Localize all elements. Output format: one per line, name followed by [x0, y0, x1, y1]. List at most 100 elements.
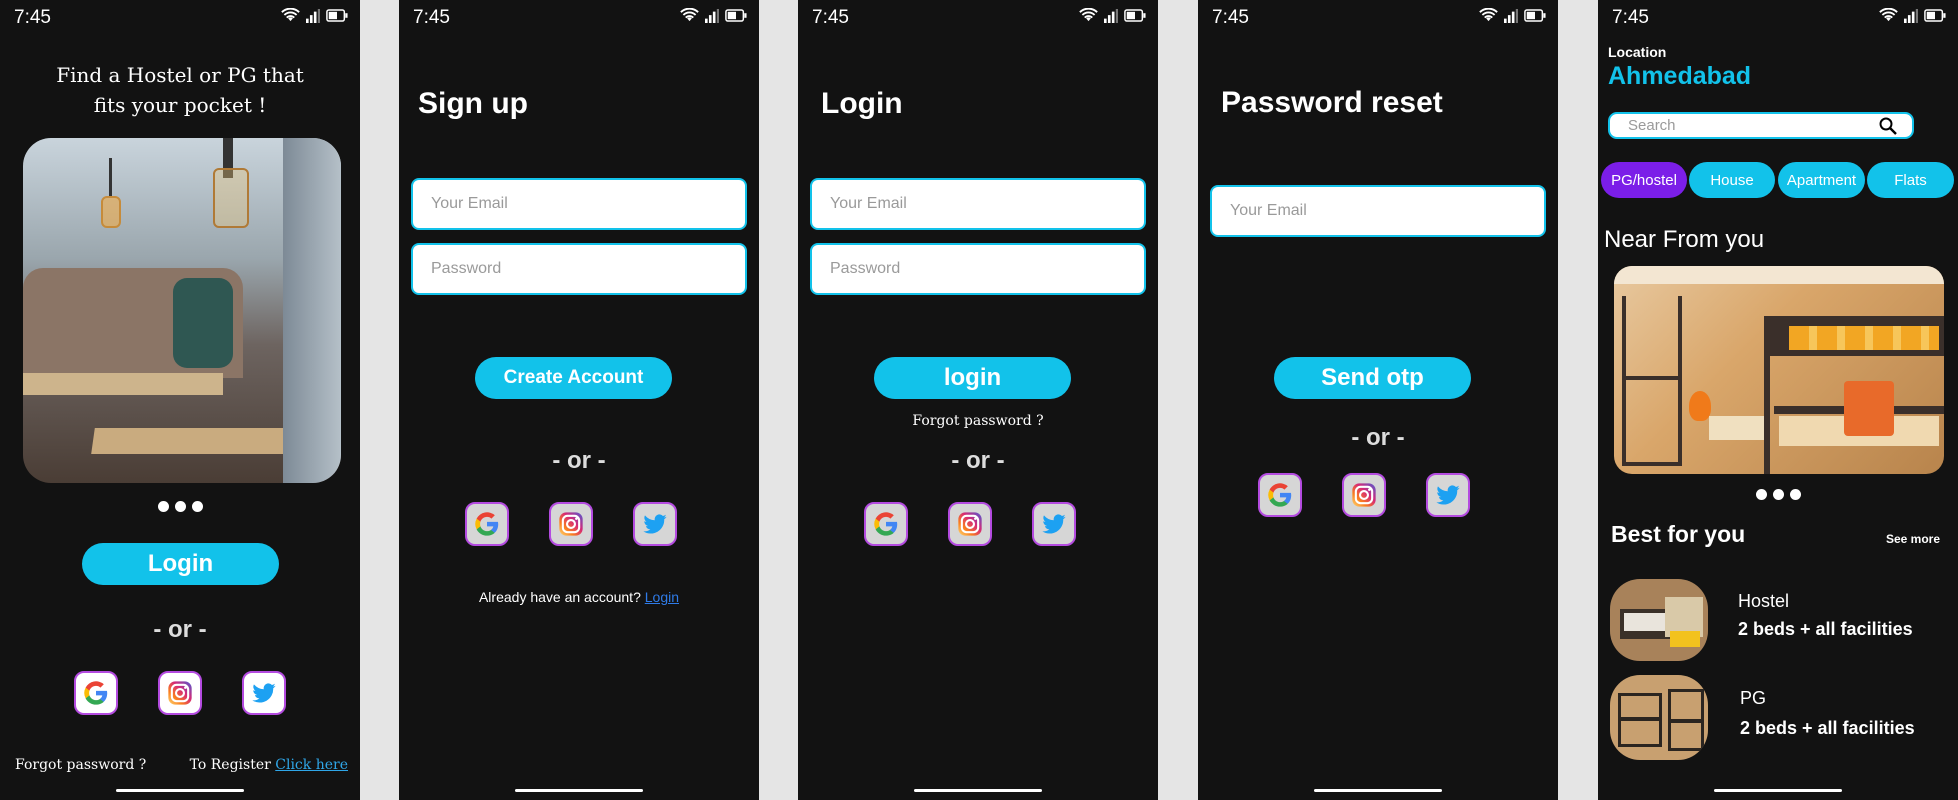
twitter-icon	[1434, 481, 1462, 509]
google-icon	[872, 510, 900, 538]
login-button[interactable]: login	[874, 357, 1071, 399]
chip-house[interactable]: House	[1689, 162, 1775, 198]
twitter-icon	[1040, 510, 1068, 538]
home-indicator	[1314, 789, 1442, 792]
send-otp-button[interactable]: Send otp	[1274, 357, 1471, 399]
google-icon	[1266, 481, 1294, 509]
twitter-button[interactable]	[1426, 473, 1470, 517]
chip-flats[interactable]: Flats	[1867, 162, 1954, 198]
near-image[interactable]	[1614, 266, 1944, 474]
signal-icon	[1904, 9, 1918, 23]
welcome-screen: 7:45 Find a Hostel or PG that fits your …	[0, 0, 360, 800]
search-bar[interactable]: Search	[1608, 112, 1914, 139]
google-button[interactable]	[74, 671, 118, 715]
carousel-dots[interactable]	[1598, 487, 1958, 505]
twitter-button[interactable]	[1032, 502, 1076, 546]
listing-subtitle: 2 beds + all facilities	[1738, 619, 1913, 639]
home-indicator	[914, 789, 1042, 792]
login-prompt: Already have an account? Login	[399, 589, 759, 605]
carousel-dots[interactable]	[0, 499, 360, 517]
login-screen: 7:45 Login Your Email Password login For…	[798, 0, 1158, 800]
or-divider: - or -	[153, 616, 207, 643]
forgot-password-link[interactable]: Forgot password ?	[15, 757, 146, 773]
twitter-button[interactable]	[633, 502, 677, 546]
instagram-icon	[166, 679, 194, 707]
location-label: Location	[1608, 44, 1667, 60]
home-indicator	[1714, 789, 1842, 792]
wifi-icon	[1479, 8, 1498, 23]
near-section-title: Near From you	[1604, 226, 1765, 253]
search-input[interactable]: Search	[1628, 117, 1676, 134]
wifi-icon	[281, 8, 300, 23]
status-time: 7:45	[413, 7, 450, 28]
register-link[interactable]: Click here	[275, 757, 348, 773]
battery-icon	[1124, 9, 1146, 22]
email-field[interactable]: Your Email	[810, 178, 1146, 230]
or-divider: - or -	[951, 447, 1005, 474]
signal-icon	[306, 9, 320, 23]
email-field[interactable]: Your Email	[411, 178, 747, 230]
home-indicator	[515, 789, 643, 792]
instagram-button[interactable]	[948, 502, 992, 546]
see-more-link[interactable]: See more	[1886, 532, 1940, 546]
twitter-button[interactable]	[242, 671, 286, 715]
login-link[interactable]: Login	[645, 589, 679, 605]
page-title: Password reset	[1221, 86, 1443, 119]
instagram-button[interactable]	[549, 502, 593, 546]
email-field[interactable]: Your Email	[1210, 185, 1546, 237]
battery-icon	[1524, 9, 1546, 22]
status-bar: 7:45	[0, 0, 360, 36]
password-field[interactable]: Password	[411, 243, 747, 295]
listing-title: Hostel	[1738, 591, 1790, 611]
battery-icon	[326, 9, 348, 22]
search-icon[interactable]	[1878, 116, 1898, 136]
google-icon	[82, 679, 110, 707]
wifi-icon	[1079, 8, 1098, 23]
status-time: 7:45	[1212, 7, 1249, 28]
tagline: Find a Hostel or PG that fits your pocke…	[56, 63, 304, 117]
wifi-icon	[1879, 8, 1898, 23]
forgot-password-link[interactable]: Forgot password ?	[798, 413, 1158, 429]
status-time: 7:45	[812, 7, 849, 28]
listing-title: PG	[1740, 688, 1767, 708]
password-field[interactable]: Password	[810, 243, 1146, 295]
create-account-button[interactable]: Create Account	[475, 357, 672, 399]
home-indicator	[116, 789, 244, 792]
twitter-icon	[250, 679, 278, 707]
google-button[interactable]	[864, 502, 908, 546]
listing-card[interactable]: Hostel 2 beds + all facilities	[1610, 579, 1950, 663]
status-bar: 7:45	[1598, 0, 1958, 36]
hero-image	[23, 138, 341, 483]
home-screen: 7:45 Location Ahmedabad Search PG/hostel…	[1598, 0, 1958, 800]
battery-icon	[725, 9, 747, 22]
register-prefix: To Register	[189, 757, 271, 773]
instagram-button[interactable]	[1342, 473, 1386, 517]
location-city[interactable]: Ahmedabad	[1608, 62, 1751, 91]
status-bar: 7:45	[1198, 0, 1558, 36]
or-divider: - or -	[552, 447, 606, 474]
listing-card[interactable]: PG 2 beds + all facilities	[1610, 675, 1950, 761]
status-bar: 7:45	[798, 0, 1158, 36]
wifi-icon	[680, 8, 699, 23]
signal-icon	[1504, 9, 1518, 23]
google-button[interactable]	[1258, 473, 1302, 517]
signal-icon	[1104, 9, 1118, 23]
chip-pg-hostel[interactable]: PG/hostel	[1601, 162, 1687, 198]
status-time: 7:45	[1612, 7, 1649, 28]
instagram-icon	[1350, 481, 1378, 509]
listing-subtitle: 2 beds + all facilities	[1740, 718, 1915, 738]
login-button[interactable]: Login	[82, 543, 279, 585]
status-time: 7:45	[14, 7, 51, 28]
or-divider: - or -	[1351, 424, 1405, 451]
instagram-icon	[956, 510, 984, 538]
google-button[interactable]	[465, 502, 509, 546]
page-title: Sign up	[418, 87, 528, 120]
chip-apartment[interactable]: Apartment	[1778, 162, 1865, 198]
page-title: Login	[821, 87, 903, 120]
signal-icon	[705, 9, 719, 23]
instagram-button[interactable]	[158, 671, 202, 715]
google-icon	[473, 510, 501, 538]
have-account-text: Already have an account?	[478, 589, 641, 605]
password-reset-screen: 7:45 Password reset Your Email Send otp …	[1198, 0, 1558, 800]
listing-thumb	[1610, 579, 1708, 661]
